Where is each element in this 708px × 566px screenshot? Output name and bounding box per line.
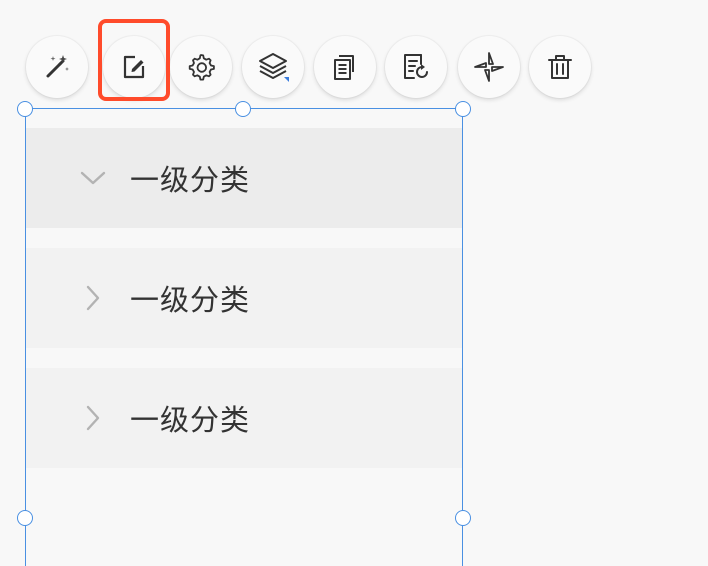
resize-handle-top-center[interactable] xyxy=(235,101,251,117)
magic-wand-button[interactable] xyxy=(26,36,88,98)
magic-wand-icon xyxy=(43,53,71,81)
chevron-right-icon[interactable] xyxy=(78,403,108,433)
category-row-1[interactable]: 一级分类 xyxy=(26,128,462,228)
move-arrows-icon xyxy=(472,50,506,84)
chevron-right-icon[interactable] xyxy=(78,283,108,313)
resize-handle-top-left[interactable] xyxy=(17,101,33,117)
category-label: 一级分类 xyxy=(130,283,251,317)
delete-button[interactable] xyxy=(529,36,591,98)
editor-canvas: 一级分类 一级分类 一级分类 xyxy=(0,0,708,566)
category-row-3[interactable]: 一级分类 xyxy=(26,368,462,468)
layers-button[interactable] xyxy=(242,36,304,98)
replace-icon xyxy=(400,51,432,83)
category-row-2[interactable]: 一级分类 xyxy=(26,248,462,348)
layers-icon xyxy=(256,50,290,84)
settings-button[interactable] xyxy=(170,36,232,98)
chevron-down-icon[interactable] xyxy=(78,163,108,193)
resize-handle-top-right[interactable] xyxy=(455,101,471,117)
settings-gear-icon xyxy=(185,51,217,83)
copy-icon xyxy=(330,52,360,82)
edit-icon xyxy=(119,52,149,82)
edit-button[interactable] xyxy=(103,36,165,98)
resize-handle-middle-left[interactable] xyxy=(17,510,33,526)
category-label: 一级分类 xyxy=(130,163,251,197)
component-toolbar xyxy=(0,0,708,110)
category-label: 一级分类 xyxy=(130,403,251,437)
trash-icon xyxy=(545,52,575,82)
replace-button[interactable] xyxy=(385,36,447,98)
move-button[interactable] xyxy=(458,36,520,98)
copy-button[interactable] xyxy=(314,36,376,98)
resize-handle-middle-right[interactable] xyxy=(455,510,471,526)
